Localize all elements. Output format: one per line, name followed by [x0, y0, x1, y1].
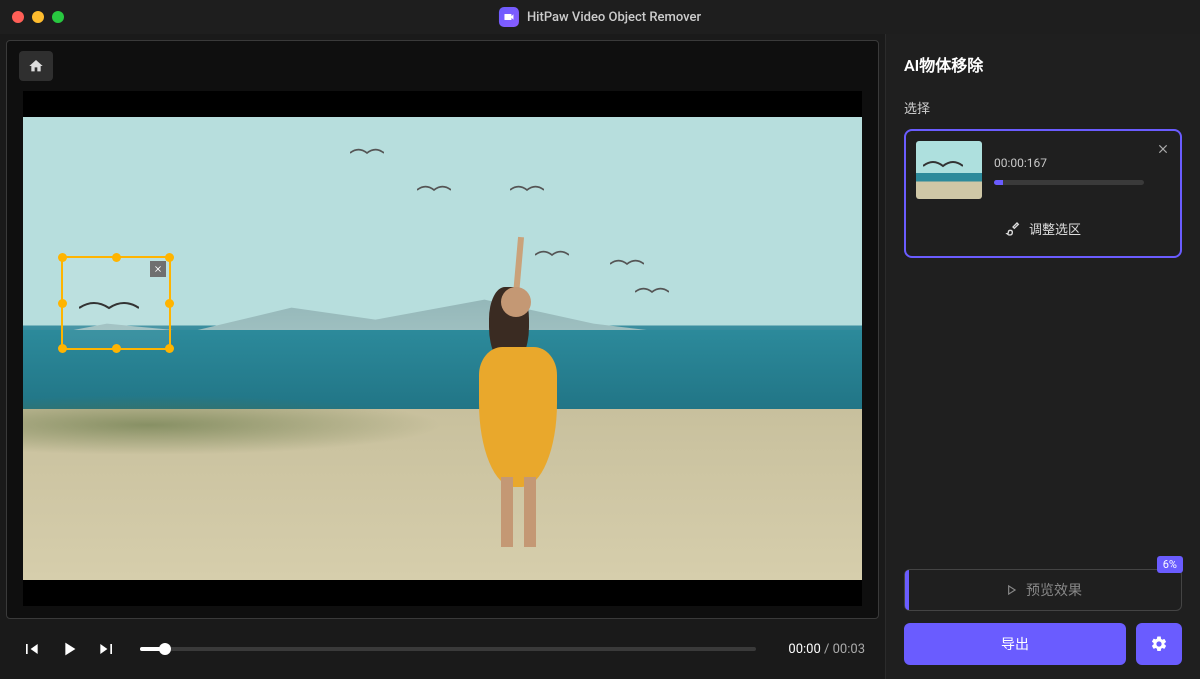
close-icon: [1156, 142, 1170, 156]
scene-bird: [610, 256, 644, 270]
resize-handle[interactable]: [165, 344, 174, 353]
play-outline-icon: [1004, 583, 1018, 597]
scene-bird: [535, 247, 569, 261]
selection-remove-button[interactable]: [150, 261, 166, 277]
scene-bird: [510, 182, 544, 196]
app-title-text: HitPaw Video Object Remover: [527, 10, 701, 25]
scene-bird: [350, 145, 384, 159]
main: 00:00 / 00:03 AI物体移除 选择 00:00:167: [0, 34, 1200, 679]
resize-handle[interactable]: [58, 299, 67, 308]
home-icon: [28, 58, 44, 74]
gear-icon: [1150, 635, 1168, 653]
selection-content-bird: [79, 298, 139, 318]
export-settings-button[interactable]: [1136, 623, 1182, 665]
app-icon: [499, 7, 519, 27]
preview-effect-label: 预览效果: [1026, 580, 1082, 600]
scene-subject: [468, 237, 585, 533]
adjust-selection-label: 调整选区: [1029, 219, 1081, 238]
selection-progress: [994, 180, 1144, 185]
next-frame-button[interactable]: [96, 638, 118, 660]
resize-handle[interactable]: [165, 253, 174, 262]
selection-progress-fill: [994, 180, 1003, 185]
prev-frame-icon: [21, 639, 41, 659]
resize-handle[interactable]: [58, 344, 67, 353]
timeline-knob[interactable]: [159, 643, 171, 655]
selection-timestamp: 00:00:167: [994, 156, 1144, 170]
resize-handle[interactable]: [58, 253, 67, 262]
window-controls: [12, 11, 64, 23]
home-button[interactable]: [19, 51, 53, 81]
selection-box[interactable]: [61, 256, 171, 350]
time-total: 00:03: [833, 642, 865, 657]
editor-toolbar: [7, 41, 878, 91]
maximize-window-button[interactable]: [52, 11, 64, 23]
minimize-window-button[interactable]: [32, 11, 44, 23]
preview-effect-button[interactable]: 6% 预览效果: [904, 569, 1182, 611]
resize-handle[interactable]: [112, 344, 121, 353]
time-current: 00:00: [788, 642, 820, 657]
scene-grass: [23, 395, 443, 455]
video-preview[interactable]: [23, 91, 862, 606]
timeline-slider[interactable]: [140, 647, 756, 651]
editor-panel: 00:00 / 00:03: [0, 34, 885, 679]
selection-thumbnail[interactable]: [916, 141, 982, 199]
editor-viewport: [6, 40, 879, 619]
prev-frame-button[interactable]: [20, 638, 42, 660]
scene-bird: [635, 284, 669, 298]
close-window-button[interactable]: [12, 11, 24, 23]
play-button[interactable]: [58, 638, 80, 660]
export-label: 导出: [1001, 634, 1029, 654]
sidebar: AI物体移除 选择 00:00:167 调整选区: [885, 34, 1200, 679]
close-icon: [153, 264, 163, 274]
resize-handle[interactable]: [165, 299, 174, 308]
preview-progress-badge: 6%: [1157, 556, 1183, 573]
resize-handle[interactable]: [112, 253, 121, 262]
time-sep: /: [824, 642, 833, 657]
sidebar-select-label: 选择: [904, 98, 1182, 117]
titlebar: HitPaw Video Object Remover: [0, 0, 1200, 34]
preview-wrap: [7, 91, 878, 618]
brush-icon: [1005, 221, 1021, 237]
selection-delete-button[interactable]: [1156, 141, 1170, 160]
export-row: 导出: [904, 623, 1182, 665]
next-frame-icon: [97, 639, 117, 659]
selection-card[interactable]: 00:00:167 调整选区: [904, 129, 1182, 258]
app-title: HitPaw Video Object Remover: [499, 7, 701, 27]
selection-info: 00:00:167: [994, 156, 1144, 185]
preview-progress-accent: [905, 570, 909, 610]
export-button[interactable]: 导出: [904, 623, 1126, 665]
adjust-selection-button[interactable]: 调整选区: [916, 211, 1170, 246]
scene-bird: [417, 182, 451, 196]
sidebar-title: AI物体移除: [904, 52, 1182, 76]
playback-controls: 00:00 / 00:03: [0, 619, 885, 679]
play-icon: [58, 638, 80, 660]
video-frame: [23, 117, 862, 580]
timecode: 00:00 / 00:03: [788, 642, 865, 657]
